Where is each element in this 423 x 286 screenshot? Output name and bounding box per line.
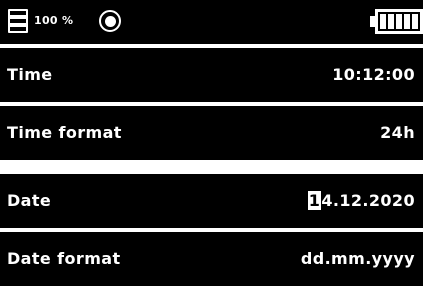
setting-value-time-format: 24h bbox=[380, 123, 415, 142]
setting-label-time: Time bbox=[7, 65, 53, 84]
setting-row-date[interactable]: Date 14.12.2020 bbox=[0, 174, 423, 228]
device-screen: 100 % Time 10:12:00 Time format 24h Date… bbox=[0, 0, 423, 286]
battery-icon bbox=[370, 9, 423, 34]
setting-value-date-rest: 4.12.2020 bbox=[321, 191, 415, 210]
setting-label-time-format: Time format bbox=[7, 123, 122, 142]
setting-label-date-format: Date format bbox=[7, 249, 121, 268]
record-icon bbox=[99, 10, 121, 32]
setting-value-date[interactable]: 14.12.2020 bbox=[307, 174, 415, 228]
setting-value-date-format: dd.mm.yyyy bbox=[300, 249, 415, 268]
setting-row-time[interactable]: Time 10:12:00 bbox=[0, 48, 423, 102]
storage-percent: 100 % bbox=[34, 14, 74, 27]
setting-row-date-format[interactable]: Date format dd.mm.yyyy bbox=[0, 232, 423, 286]
setting-value-time: 10:12:00 bbox=[332, 65, 415, 84]
setting-label-date: Date bbox=[7, 191, 52, 210]
status-bar: 100 % bbox=[0, 0, 423, 44]
setting-row-time-format[interactable]: Time format 24h bbox=[0, 106, 423, 160]
edit-cursor: 1 bbox=[307, 191, 322, 210]
page-icon bbox=[8, 9, 28, 33]
